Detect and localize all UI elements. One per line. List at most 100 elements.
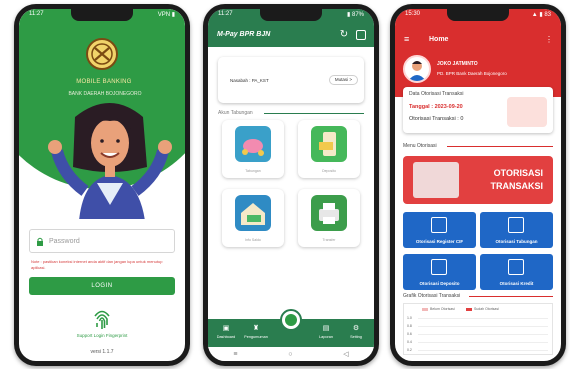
id-card-icon (431, 217, 447, 233)
date-label: Tanggal : 2023-09-20 (409, 104, 463, 110)
deposito-button[interactable]: Otorisasi Deposito (403, 254, 476, 290)
login-button[interactable]: LOGIN (29, 277, 175, 295)
grid-line (418, 342, 548, 343)
nav-pengumuman[interactable]: ♜ Pengumuman (242, 324, 270, 339)
legend-swatch (422, 307, 428, 311)
phone-notch (71, 9, 133, 21)
button-label: Otorisasi Deposito (419, 281, 460, 286)
fingerprint-label: Support Login Fingerprint (76, 333, 128, 338)
gear-icon: ⚙ (352, 325, 360, 332)
center-fab-button[interactable] (280, 309, 302, 331)
bank-name: PD. BPR Bank Daerah Bojonegoro (437, 71, 507, 76)
hamburger-menu-icon[interactable]: ≡ (404, 35, 409, 44)
register-cif-button[interactable]: Otorisasi Register CIF (403, 212, 476, 248)
legend-label: Belum Otorisasi (430, 307, 455, 311)
nav-dashboard[interactable]: ▣ Dashboard (212, 324, 240, 339)
bank-building-icon (508, 259, 524, 275)
tile-tabungan[interactable]: Tabungan (222, 120, 284, 178)
dashboard-screen: 11:27 ▮ 87% M-Pay BPR BJN ↻ Nasabah : PA… (208, 9, 374, 361)
version-label: versi 1.1.7 (90, 349, 114, 355)
login-hero: MOBILE BANKING BANK DAERAH BOJONEGORO (19, 9, 185, 219)
section-divider (264, 113, 364, 114)
refresh-icon[interactable]: ↻ (338, 29, 350, 41)
nav-label: Laporan (319, 335, 333, 339)
house-money-icon (235, 195, 271, 231)
bank-logo-icon (86, 38, 118, 70)
piggy-bank-icon (235, 126, 271, 162)
y-tick: 0.6 (407, 332, 412, 336)
legend-label: Sudah Otorisasi (474, 307, 499, 311)
clipboard-icon (508, 217, 524, 233)
data-card-title: Data Otorisasi Transaksi (409, 91, 464, 97)
cheering-woman-illustration (48, 103, 172, 219)
password-field[interactable]: Password (29, 229, 175, 253)
tabungan-button[interactable]: Otorisasi Tabungan (480, 212, 553, 248)
login-warning: Note : pastikan koneksi internet anda ak… (31, 259, 163, 270)
tile-transfer[interactable]: Transfer (298, 189, 360, 247)
y-tick: 0.2 (407, 348, 412, 352)
dashboard-title: M-Pay BPR BJN (217, 31, 271, 38)
account-card: Nasabah : PA_KST Mutasi > (218, 57, 364, 103)
banner-illustration (413, 162, 459, 198)
nav-setting[interactable]: ⚙ Setting (342, 324, 370, 339)
home-icon[interactable]: ○ (288, 351, 292, 358)
transaction-illustration (507, 97, 547, 127)
phone-notch (447, 9, 509, 21)
back-icon[interactable]: ◁ (343, 350, 348, 358)
button-label: Otorisasi Tabungan (495, 239, 538, 244)
password-placeholder: Password (49, 237, 80, 245)
system-navigation: ≡ ○ ◁ (208, 347, 374, 361)
legend-swatch (466, 307, 472, 311)
button-label: Otorisasi Register CIF (415, 239, 464, 244)
authorization-chart: Belum Otorisasi Sudah Otorisasi 1.0 0.8 … (403, 303, 553, 355)
tile-label: Info Saldo (245, 238, 261, 242)
button-label: Otorisasi Kredit (499, 281, 534, 286)
status-icons: ▮ 87% (347, 12, 364, 18)
status-time: 15:30 (405, 11, 421, 17)
customer-code: Nasabah : PA_KST (230, 78, 269, 83)
user-name: JOKO JATMINTO (437, 61, 478, 67)
login-screen: 11:27 VPN ▮ MOBILE BANKING BANK DAERAH B… (19, 9, 185, 361)
bank-logo-icon (285, 314, 297, 326)
status-time: 11:27 (29, 11, 44, 17)
exit-icon[interactable] (356, 30, 366, 40)
grid-line (418, 334, 548, 335)
printer-icon (311, 195, 347, 231)
phone-home: 15:30 ▲ ▮ 83 ≡ Home ⋮ JOKO JATMINTO PD. … (390, 4, 566, 366)
y-tick: 1.0 (407, 316, 412, 320)
grid-line (418, 326, 548, 327)
tile-info-saldo[interactable]: Info Saldo (222, 189, 284, 247)
status-icons: ▲ ▮ 83 (531, 12, 551, 18)
phone-dashboard: 11:27 ▮ 87% M-Pay BPR BJN ↻ Nasabah : PA… (203, 4, 379, 366)
recent-apps-icon[interactable]: ≡ (233, 351, 237, 358)
grid-line (418, 318, 548, 319)
home-title: Home (429, 36, 449, 43)
fingerprint-icon[interactable] (91, 307, 113, 331)
more-options-icon[interactable]: ⋮ (545, 35, 553, 44)
phone-login: 11:27 VPN ▮ MOBILE BANKING BANK DAERAH B… (14, 4, 190, 366)
lock-icon (37, 237, 43, 246)
legend-item: Sudah Otorisasi (466, 307, 499, 311)
mobile-money-icon (311, 126, 347, 162)
phone-notch (260, 9, 322, 21)
grid-line (418, 350, 548, 351)
deposit-icon (431, 259, 447, 275)
tile-deposito[interactable]: Deposito (298, 120, 360, 178)
authorization-data-card: Data Otorisasi Transaksi Tanggal : 2023-… (403, 87, 553, 133)
status-icons: VPN ▮ (157, 12, 175, 18)
authorization-banner[interactable]: OTORISASI TRANSAKSI (403, 156, 553, 204)
legend-item: Belum Otorisasi (422, 307, 455, 311)
kredit-button[interactable]: Otorisasi Kredit (480, 254, 553, 290)
home-screen: 15:30 ▲ ▮ 83 ≡ Home ⋮ JOKO JATMINTO PD. … (395, 9, 561, 361)
nav-laporan[interactable]: ▤ Laporan (312, 324, 340, 339)
mutasi-button[interactable]: Mutasi > (328, 75, 358, 85)
report-icon: ▤ (322, 325, 330, 332)
authorization-count: Otorisasi Transaksi : 0 (409, 116, 464, 122)
app-title: MOBILE BANKING (76, 79, 132, 85)
chart-title: Grafik Otorisasi Transaksi (403, 293, 461, 299)
section-title: Akun Tabungan (218, 110, 253, 116)
screenshot-stage: 11:27 VPN ▮ MOBILE BANKING BANK DAERAH B… (0, 0, 570, 369)
tile-label: Deposito (322, 169, 336, 173)
y-tick: 0.4 (407, 340, 412, 344)
banner-line-1: OTORISASI (493, 168, 543, 178)
